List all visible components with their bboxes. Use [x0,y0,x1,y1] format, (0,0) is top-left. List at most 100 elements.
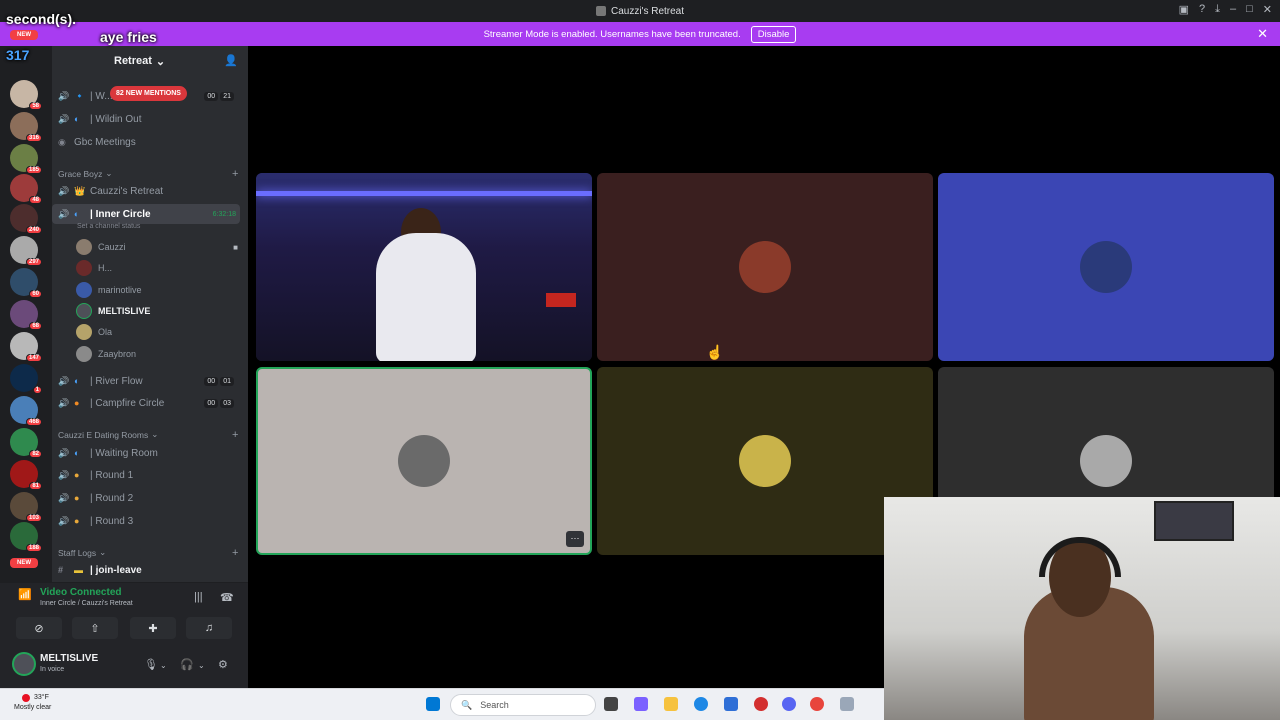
server-icon[interactable]: 82 [10,428,42,458]
add-channel-icon[interactable]: + [232,429,238,441]
voice-user[interactable]: marinotlive [76,280,240,300]
start-button-icon[interactable] [426,697,440,711]
fire-icon: ● [74,398,80,408]
banner-close-icon[interactable]: ✕ [1257,26,1268,42]
activities-button[interactable]: ✚ [130,617,176,639]
app-icon[interactable] [754,697,768,711]
voice-location[interactable]: Inner Circle / Cauzzi's Retreat [40,600,133,607]
avatar[interactable] [12,652,36,676]
avatar [1080,435,1132,487]
soundboard-button[interactable]: ♫ [186,617,232,639]
settings-gear-icon[interactable]: ⚙ [218,658,228,671]
chevron-down-icon[interactable]: ⌄ [198,661,205,670]
voice-channel-round-1[interactable]: 🔊 ● | Round 1 [52,465,240,485]
voice-channel-round-2[interactable]: 🔊 ● | Round 2 [52,488,240,508]
video-tile-user-speaking[interactable]: ··· [256,367,592,555]
voice-channel-round-3[interactable]: 🔊 ● | Round 3 [52,511,240,531]
video-tile-stream[interactable] [256,173,592,361]
noise-suppression-icon[interactable]: ||| [194,591,203,603]
new-mentions-badge[interactable]: 82 NEW MENTIONS [110,86,187,101]
file-explorer-icon[interactable] [664,697,678,711]
chat-line: second(s). [6,11,77,27]
stage-channel-gbc-meetings[interactable]: ◉ Gbc Meetings [52,132,240,152]
speaker-icon: 🔊 [58,469,70,480]
voice-channel-wildin-out[interactable]: 🔊 ◐ | Wildin Out [52,109,240,129]
category-dating-rooms[interactable]: Cauzzi E Dating Rooms ⌄ + [58,429,238,441]
server-icon[interactable]: 58 [10,80,42,110]
server-icon[interactable]: 103 [10,492,42,522]
copilot-icon[interactable] [634,697,648,711]
voice-user[interactable]: H... [76,258,240,278]
windows-taskbar: 33°F Mostly clear 🔍 Search [0,688,884,720]
video-tile-user[interactable] [597,173,933,361]
chevron-down-icon[interactable]: ⌄ [160,661,167,670]
more-options-button[interactable]: ··· [566,531,584,547]
headphones-icon[interactable]: 🎧 [180,658,194,671]
stream-chat-overlay: second(s). aye fries 317 [6,2,157,64]
help-icon[interactable]: ? [1199,3,1205,16]
voice-channel-inner-circle[interactable]: 🔊 ◐ | Inner Circle 6:32:18 [52,204,240,224]
category-staff-logs[interactable]: Staff Logs ⌄ + [58,547,238,559]
maximize-icon[interactable]: □ [1246,3,1253,16]
video-tile-user[interactable] [597,367,933,555]
voice-user[interactable]: Ola [76,322,240,342]
voice-connected-label[interactable]: Video Connected [40,587,122,598]
taskbar-search[interactable]: 🔍 Search [450,694,596,716]
banner-text: Streamer Mode is enabled. Usernames have… [483,28,741,40]
task-view-icon[interactable] [604,697,618,711]
hash-icon: # [58,565,64,575]
screen-share-button[interactable]: ⇧ [72,617,118,639]
server-icon[interactable]: 48 [10,174,42,204]
weather-widget[interactable]: 33°F Mostly clear [14,693,51,713]
voice-user[interactable]: Zaaybron [76,344,240,364]
voice-user-self[interactable]: MELTISLIVE [76,301,240,321]
category-grace-boyz[interactable]: Grace Boyz ⌄ + [58,168,238,180]
streamer-mode-banner: Streamer Mode is enabled. Usernames have… [0,22,1280,46]
speaker-icon: 🔊 [58,447,70,458]
voice-user[interactable]: Cauzzi ■ [76,237,240,257]
channel-status-hint[interactable]: Set a channel status [77,223,140,230]
speaker-icon: 🔊 [58,397,70,408]
medal-icon: ● [74,470,80,480]
download-icon[interactable]: ⤓ [1215,3,1220,16]
server-icon[interactable]: 81 [10,460,42,490]
channel-emoji-icon: ▬ [74,565,83,575]
username[interactable]: MELTISLIVE [40,653,98,664]
server-icon[interactable]: 185 [10,144,42,174]
disable-button[interactable]: Disable [750,25,797,43]
add-channel-icon[interactable]: + [232,168,238,180]
inbox-icon[interactable]: ▣ [1179,3,1189,16]
server-icon[interactable]: 316 [10,112,42,142]
camera-off-button[interactable]: ⊘ [16,617,62,639]
server-icon[interactable]: 68 [10,300,42,330]
server-icon[interactable]: 240 [10,204,42,234]
close-icon[interactable]: ✕ [1263,3,1272,16]
speaker-icon: 🔊 [58,208,70,219]
voice-channel-cauzzis-retreat[interactable]: 🔊 👑 Cauzzi's Retreat [52,181,240,201]
app-icon[interactable] [840,697,854,711]
edge-icon[interactable] [694,697,708,711]
disconnect-icon[interactable]: ☎ [220,591,234,604]
server-icon[interactable]: 1 [10,364,42,394]
voice-channel-campfire-circle[interactable]: 🔊 ● | Campfire Circle 00 03 [52,393,240,413]
video-tile-user[interactable] [938,173,1274,361]
voice-channel-waiting-room[interactable]: 🔊 ◐ | Waiting Room [52,443,240,463]
server-icon[interactable]: 188 [10,522,42,552]
add-channel-icon[interactable]: + [232,547,238,559]
channel-emoji-icon: ◐ [74,376,80,386]
server-icon[interactable]: 297 [10,236,42,266]
server-icon[interactable]: 60 [10,268,42,298]
chrome-icon[interactable] [810,697,824,711]
signal-icon[interactable]: 📶 [18,588,32,601]
medal-icon: ● [74,493,80,503]
store-icon[interactable] [724,697,738,711]
server-icon[interactable]: 147 [10,332,42,362]
discord-icon[interactable] [782,697,796,711]
avatar [76,260,92,276]
invite-icon[interactable]: 👤 [224,54,238,67]
microphone-icon[interactable]: 🎙 [144,658,158,671]
text-channel-join-leave[interactable]: # ▬ | join-leave [52,560,240,580]
server-icon[interactable]: 468 [10,396,42,426]
minimize-icon[interactable]: – [1230,3,1236,16]
voice-channel-river-flow[interactable]: 🔊 ◐ | River Flow 00 01 [52,371,240,391]
